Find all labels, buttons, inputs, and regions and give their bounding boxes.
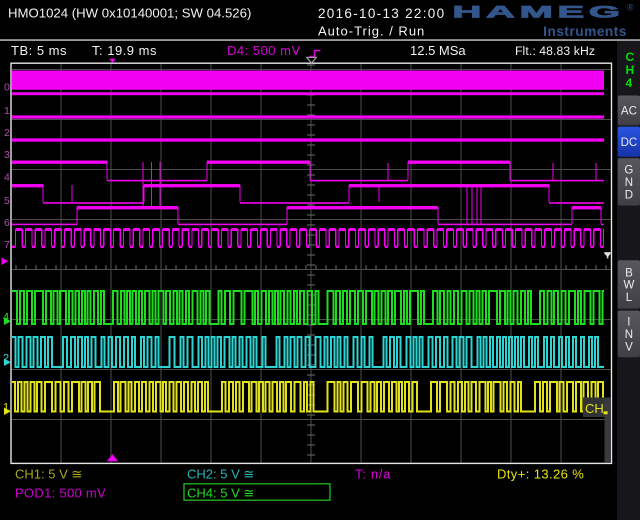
svg-text:Flt.: 48.83 kHz: Flt.: 48.83 kHz	[515, 44, 595, 58]
svg-text:T: n/a: T: n/a	[355, 467, 391, 482]
svg-text:AC: AC	[621, 106, 637, 118]
svg-text:V: V	[625, 342, 633, 354]
svg-text:I: I	[627, 317, 630, 329]
svg-text:DC: DC	[621, 137, 638, 149]
svg-text:CH2: 5 V ≅: CH2: 5 V ≅	[187, 467, 254, 482]
svg-text:HAMEG: HAMEG	[453, 2, 625, 21]
svg-text:6: 6	[4, 217, 10, 229]
svg-text:3: 3	[4, 149, 10, 161]
svg-text:L: L	[626, 292, 633, 304]
svg-text:CH1: 5 V ≅: CH1: 5 V ≅	[15, 467, 82, 482]
svg-text:®: ®	[627, 3, 634, 13]
svg-text:N: N	[625, 177, 633, 189]
svg-text:D4: 500 mV: D4: 500 mV	[227, 43, 301, 58]
svg-text:Auto-Trig. / Run: Auto-Trig. / Run	[318, 24, 425, 39]
svg-text:0: 0	[4, 81, 10, 93]
svg-text:2: 2	[4, 127, 10, 139]
svg-text:Instruments: Instruments	[543, 24, 627, 39]
svg-text:HMO1024 (HW 0x10140001; SW 04.: HMO1024 (HW 0x10140001; SW 04.526)	[8, 6, 251, 21]
svg-text:5: 5	[4, 195, 10, 207]
svg-text:CH: CH	[585, 401, 604, 416]
svg-text:4: 4	[626, 76, 633, 90]
svg-text:TB: 5 ms: TB: 5 ms	[11, 43, 67, 58]
svg-text:CH4: 5 V ≅: CH4: 5 V ≅	[187, 486, 254, 501]
svg-text:T: 19.9 ms: T: 19.9 ms	[92, 43, 157, 58]
svg-text:C: C	[626, 50, 635, 64]
svg-text:Dty+: 13.26 %: Dty+: 13.26 %	[497, 467, 584, 482]
svg-text:2016-10-13 22:00: 2016-10-13 22:00	[318, 6, 445, 21]
svg-text:W: W	[623, 280, 634, 292]
svg-text:N: N	[625, 329, 633, 341]
svg-text:4: 4	[4, 172, 10, 184]
svg-text:G: G	[624, 165, 633, 177]
svg-text:H: H	[626, 63, 635, 77]
svg-text:D: D	[625, 189, 633, 201]
svg-text:POD1: 500 mV: POD1: 500 mV	[15, 486, 106, 501]
svg-text:12.5 MSa: 12.5 MSa	[410, 43, 466, 58]
svg-text:7: 7	[4, 239, 10, 251]
svg-text:B: B	[625, 267, 633, 279]
svg-text:1: 1	[4, 105, 10, 117]
